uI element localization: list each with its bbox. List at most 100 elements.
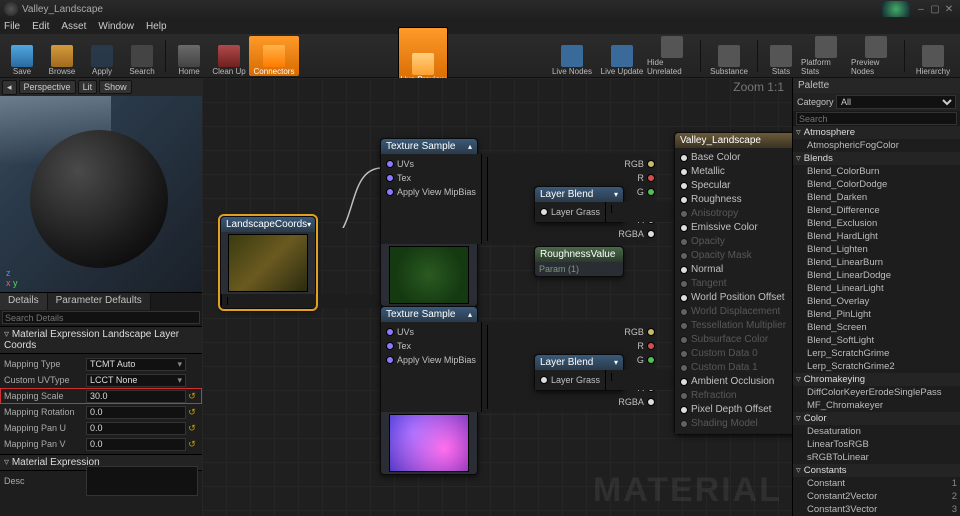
pin-opacity[interactable]: Opacity: [680, 235, 792, 249]
node-layer-blend-1[interactable]: Layer Blend▾ Layer Grass: [534, 186, 624, 223]
palette-item[interactable]: Lerp_ScratchGrime: [793, 347, 960, 360]
pin-shading-model[interactable]: Shading Model: [680, 417, 792, 431]
pin-opacity-mask[interactable]: Opacity Mask: [680, 249, 792, 263]
palette-item[interactable]: Blend_LinearBurn: [793, 256, 960, 269]
desc-field[interactable]: [86, 466, 198, 496]
palette-item[interactable]: Constant1: [793, 477, 960, 490]
pin-anisotropy[interactable]: Anisotropy: [680, 207, 792, 221]
toolbar-clean-up[interactable]: Clean Up: [209, 36, 249, 76]
node-roughness-value[interactable]: RoughnessValue Param (1): [534, 246, 624, 277]
prop-value[interactable]: TCMT Auto▾: [86, 358, 186, 371]
tab-details[interactable]: Details: [0, 293, 48, 310]
toolbar-live-nodes[interactable]: Live Nodes: [547, 36, 597, 76]
palette-item[interactable]: Blend_Overlay: [793, 295, 960, 308]
viewport-◂[interactable]: ◂: [2, 80, 17, 95]
toolbar-hide-unrelated[interactable]: Hide Unrelated: [647, 36, 697, 76]
maximize-button[interactable]: ▢: [928, 4, 942, 15]
toolbar-home[interactable]: Home: [169, 36, 209, 76]
category-select[interactable]: All: [836, 95, 956, 109]
menu-edit[interactable]: Edit: [32, 21, 49, 32]
palette-item[interactable]: Constant3Vector3: [793, 503, 960, 516]
palette-item[interactable]: Blend_Difference: [793, 204, 960, 217]
node-landscape-coords[interactable]: LandscapeCoords▾: [220, 216, 316, 309]
palette-cat-chromakeying[interactable]: Chromakeying: [793, 373, 960, 386]
palette-item[interactable]: Blend_ColorBurn: [793, 165, 960, 178]
palette-item[interactable]: Blend_LinearLight: [793, 282, 960, 295]
section-landscape-coords[interactable]: Material Expression Landscape Layer Coor…: [0, 326, 202, 354]
pin-refraction[interactable]: Refraction: [680, 389, 792, 403]
palette-item[interactable]: Blend_HardLight: [793, 230, 960, 243]
palette-cat-color[interactable]: Color: [793, 412, 960, 425]
toolbar-live-preview[interactable]: Live Preview: [398, 27, 448, 85]
pin-subsurface-color[interactable]: Subsurface Color: [680, 333, 792, 347]
material-graph[interactable]: Zoom 1:1 MATERIAL LandscapeCoords▾ Textu…: [202, 78, 792, 516]
toolbar-preview-nodes[interactable]: Preview Nodes: [851, 36, 901, 76]
preview-viewport[interactable]: zx y: [0, 96, 202, 292]
palette-item[interactable]: LinearTosRGB: [793, 438, 960, 451]
palette-item[interactable]: DiffColorKeyerErodeSinglePass: [793, 386, 960, 399]
palette-list[interactable]: AtmosphereAtmosphericFogColorBlendsBlend…: [793, 126, 960, 516]
palette-search-input[interactable]: [796, 112, 957, 125]
pin-tessellation-multiplier[interactable]: Tessellation Multiplier: [680, 319, 792, 333]
palette-item[interactable]: AtmosphericFogColor: [793, 139, 960, 152]
palette-item[interactable]: Blend_Lighten: [793, 243, 960, 256]
viewport-lit[interactable]: Lit: [78, 80, 98, 94]
palette-cat-atmosphere[interactable]: Atmosphere: [793, 126, 960, 139]
palette-item[interactable]: Blend_PinLight: [793, 308, 960, 321]
reset-icon[interactable]: ↺: [186, 407, 198, 418]
node-material-result[interactable]: Valley_Landscape Base ColorMetallicSpecu…: [674, 132, 792, 435]
node-texture-sample-1[interactable]: Texture Sample▴ UVsTexApply View MipBias…: [380, 138, 478, 307]
viewport-perspective[interactable]: Perspective: [19, 80, 76, 94]
pin-tangent[interactable]: Tangent: [680, 277, 792, 291]
node-texture-sample-2[interactable]: Texture Sample▴ UVsTexApply View MipBias…: [380, 306, 478, 475]
node-layer-blend-2[interactable]: Layer Blend▾ Layer Grass: [534, 354, 624, 391]
pin-custom-data-0[interactable]: Custom Data 0: [680, 347, 792, 361]
palette-cat-blends[interactable]: Blends: [793, 152, 960, 165]
palette-cat-constants[interactable]: Constants: [793, 464, 960, 477]
prop-value[interactable]: 0.0: [86, 438, 186, 451]
prop-value[interactable]: 0.0: [86, 406, 186, 419]
palette-item[interactable]: Blend_Darken: [793, 191, 960, 204]
palette-item[interactable]: Constant2Vector2: [793, 490, 960, 503]
details-search-input[interactable]: [2, 311, 200, 324]
pin-emissive-color[interactable]: Emissive Color: [680, 221, 792, 235]
toolbar-apply[interactable]: Apply: [82, 36, 122, 76]
pin-world-displacement[interactable]: World Displacement: [680, 305, 792, 319]
reset-icon[interactable]: ↺: [186, 439, 198, 450]
pin-ambient-occlusion[interactable]: Ambient Occlusion: [680, 375, 792, 389]
source-control-icon[interactable]: [882, 1, 910, 17]
menu-asset[interactable]: Asset: [61, 21, 86, 32]
menu-file[interactable]: File: [4, 21, 20, 32]
palette-item[interactable]: Blend_LinearDodge: [793, 269, 960, 282]
menu-help[interactable]: Help: [146, 21, 167, 32]
reset-icon[interactable]: ↺: [186, 423, 198, 434]
palette-item[interactable]: Desaturation: [793, 425, 960, 438]
prop-value[interactable]: LCCT None▾: [86, 374, 186, 387]
pin-metallic[interactable]: Metallic: [680, 165, 792, 179]
pin-base-color[interactable]: Base Color: [680, 151, 792, 165]
pin-world-position-offset[interactable]: World Position Offset: [680, 291, 792, 305]
palette-item[interactable]: Blend_Exclusion: [793, 217, 960, 230]
toolbar-browse[interactable]: Browse: [42, 36, 82, 76]
minimize-button[interactable]: –: [914, 4, 928, 15]
toolbar-live-update[interactable]: Live Update: [597, 36, 647, 76]
reset-icon[interactable]: ↺: [186, 391, 198, 402]
palette-item[interactable]: Blend_Screen: [793, 321, 960, 334]
menu-window[interactable]: Window: [98, 21, 134, 32]
palette-item[interactable]: sRGBToLinear: [793, 451, 960, 464]
toolbar-search[interactable]: Search: [122, 36, 162, 76]
pin-pixel-depth-offset[interactable]: Pixel Depth Offset: [680, 403, 792, 417]
toolbar-substance[interactable]: Substance: [704, 36, 754, 76]
toolbar-stats[interactable]: Stats: [761, 36, 801, 76]
toolbar-save[interactable]: Save: [2, 36, 42, 76]
viewport-show[interactable]: Show: [99, 80, 132, 94]
palette-item[interactable]: MF_Chromakeyer: [793, 399, 960, 412]
pin-roughness[interactable]: Roughness: [680, 193, 792, 207]
palette-item[interactable]: Lerp_ScratchGrime2: [793, 360, 960, 373]
palette-item[interactable]: Blend_ColorDodge: [793, 178, 960, 191]
toolbar-hierarchy[interactable]: Hierarchy: [908, 36, 958, 76]
toolbar-platform-stats[interactable]: Platform Stats: [801, 36, 851, 76]
palette-item[interactable]: Blend_SoftLight: [793, 334, 960, 347]
toolbar-connectors[interactable]: Connectors: [249, 36, 299, 76]
prop-value[interactable]: 0.0: [86, 422, 186, 435]
